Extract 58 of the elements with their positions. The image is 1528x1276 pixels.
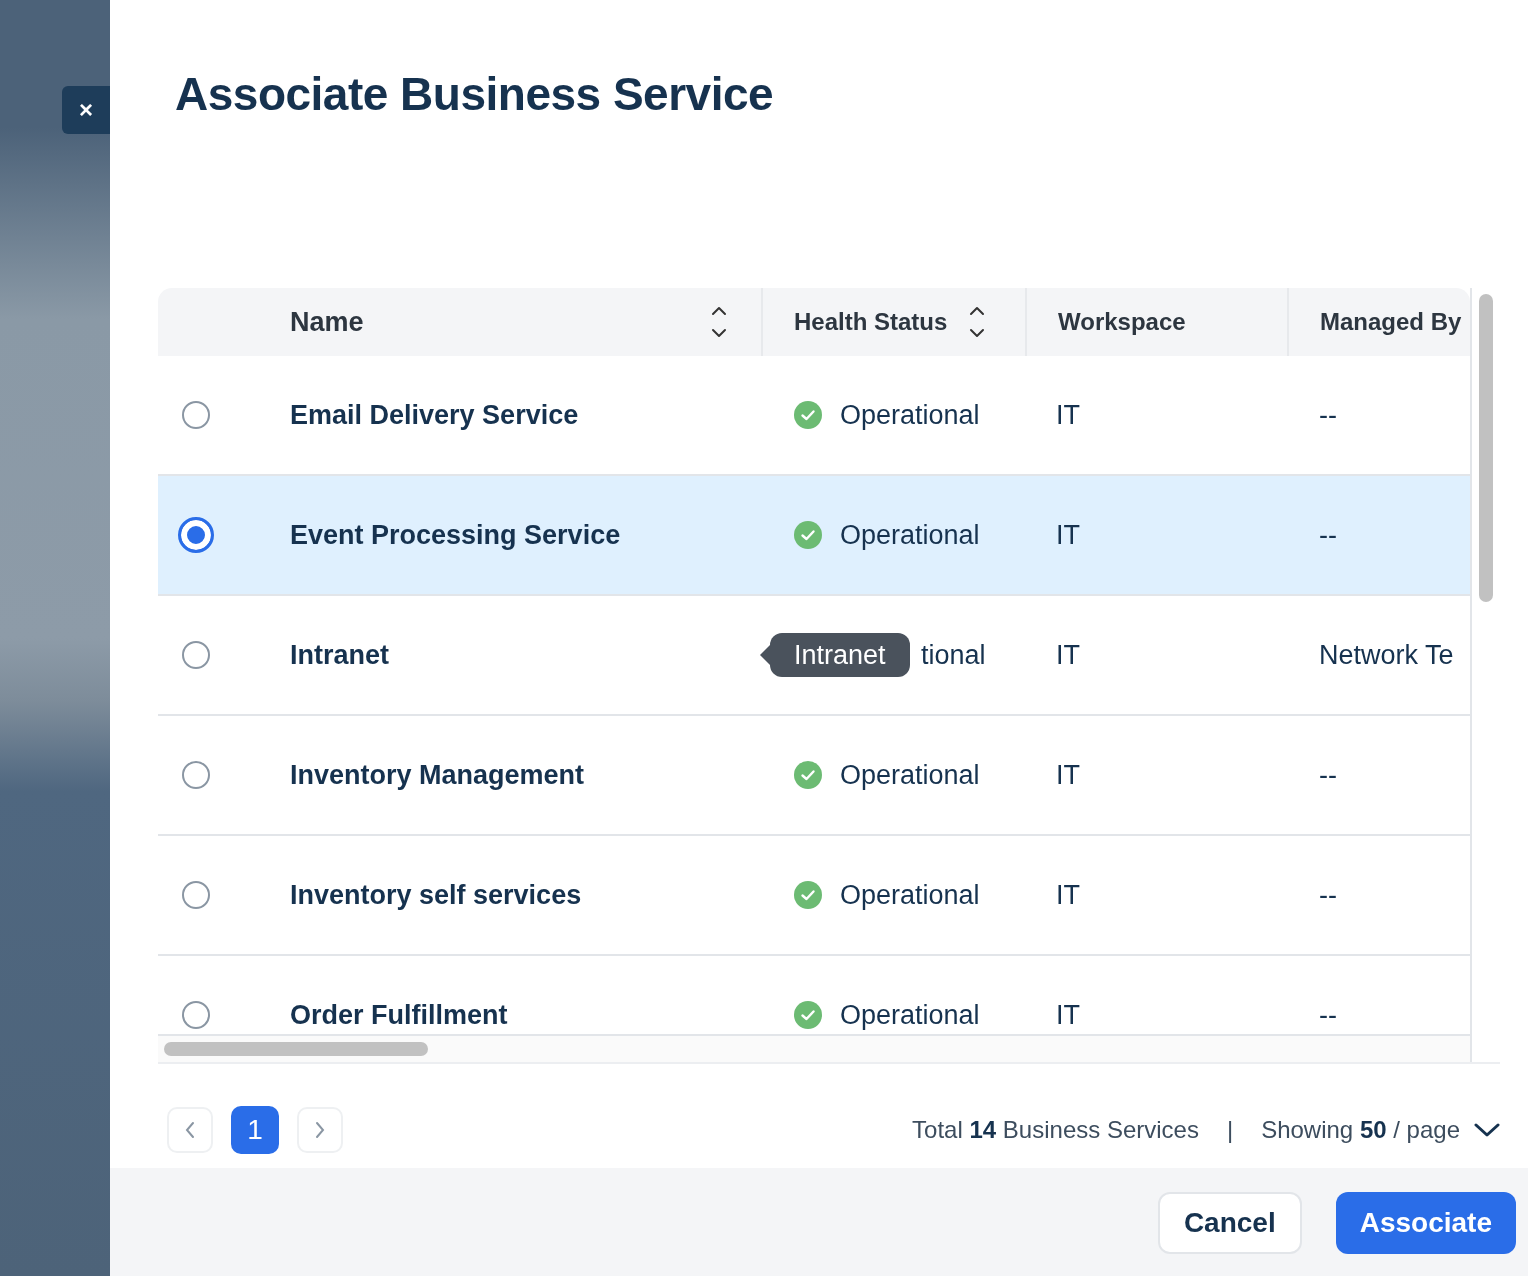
radio-button[interactable] (178, 517, 214, 553)
scrollbar-thumb[interactable] (164, 1042, 428, 1056)
managed-by-text: -- (1319, 759, 1337, 791)
radio-button[interactable] (182, 641, 210, 669)
chevron-down-icon (1474, 1122, 1500, 1138)
sort-icon[interactable] (969, 306, 986, 338)
service-name: Email Delivery Service (290, 399, 579, 431)
dialog-title: Associate Business Service (175, 67, 775, 122)
radio-button[interactable] (182, 761, 210, 789)
workspace-text: IT (1056, 759, 1080, 791)
page-size-dropdown[interactable]: Showing 50 / page (1261, 1116, 1500, 1144)
chevron-right-icon (314, 1121, 326, 1139)
managed-by-text: -- (1319, 399, 1337, 431)
radio-button[interactable] (182, 881, 210, 909)
health-status: Operational (840, 519, 980, 551)
chevron-left-icon (184, 1121, 196, 1139)
sort-icon[interactable] (711, 306, 727, 338)
column-header: Managed By (1320, 308, 1462, 336)
health-status: Operational (840, 879, 980, 911)
radio-button[interactable] (182, 1001, 210, 1029)
check-circle-icon (794, 521, 822, 549)
page-button[interactable]: 1 (231, 1106, 279, 1154)
previous-page-button[interactable] (167, 1107, 213, 1153)
workspace-text: IT (1056, 999, 1080, 1031)
close-button[interactable]: × (62, 86, 110, 134)
health-status: Operational (840, 399, 980, 431)
health-status: tional (921, 639, 986, 671)
managed-by-text: -- (1319, 999, 1337, 1031)
workspace-text: IT (1056, 639, 1080, 671)
check-circle-icon (794, 401, 822, 429)
workspace-text: IT (1056, 399, 1080, 431)
next-page-button[interactable] (297, 1107, 343, 1153)
workspace-text: IT (1056, 879, 1080, 911)
check-circle-icon (794, 881, 822, 909)
radio-button[interactable] (182, 401, 210, 429)
table-row[interactable]: Event Processing Service Operational IT -- (158, 476, 1470, 596)
workspace-text: IT (1056, 519, 1080, 551)
service-name: Inventory self services (290, 879, 582, 911)
health-status: Operational (840, 999, 980, 1031)
cancel-button[interactable]: Cancel (1157, 1192, 1302, 1254)
scrollbar-thumb[interactable] (1479, 294, 1493, 602)
column-header: Workspace (1058, 308, 1186, 336)
managed-by-text: Network Te (1319, 639, 1454, 671)
check-circle-icon (794, 1001, 822, 1029)
health-status: Operational (840, 759, 980, 791)
service-name: Order Fulfillment (290, 999, 508, 1031)
separator: | (1226, 1116, 1234, 1144)
column-header[interactable]: Health Status (794, 308, 948, 336)
check-circle-icon (794, 761, 822, 789)
service-name: Event Processing Service (290, 519, 621, 551)
tooltip: Intranet (760, 633, 910, 677)
associate-button[interactable]: Associate (1335, 1192, 1516, 1254)
managed-by-text: -- (1319, 519, 1337, 551)
service-name: Inventory Management (290, 759, 585, 791)
column-header[interactable]: Name (290, 306, 364, 338)
total-count: Total 14 Business Services (912, 1116, 1199, 1144)
managed-by-text: -- (1319, 879, 1337, 911)
service-name: Intranet (290, 639, 389, 671)
